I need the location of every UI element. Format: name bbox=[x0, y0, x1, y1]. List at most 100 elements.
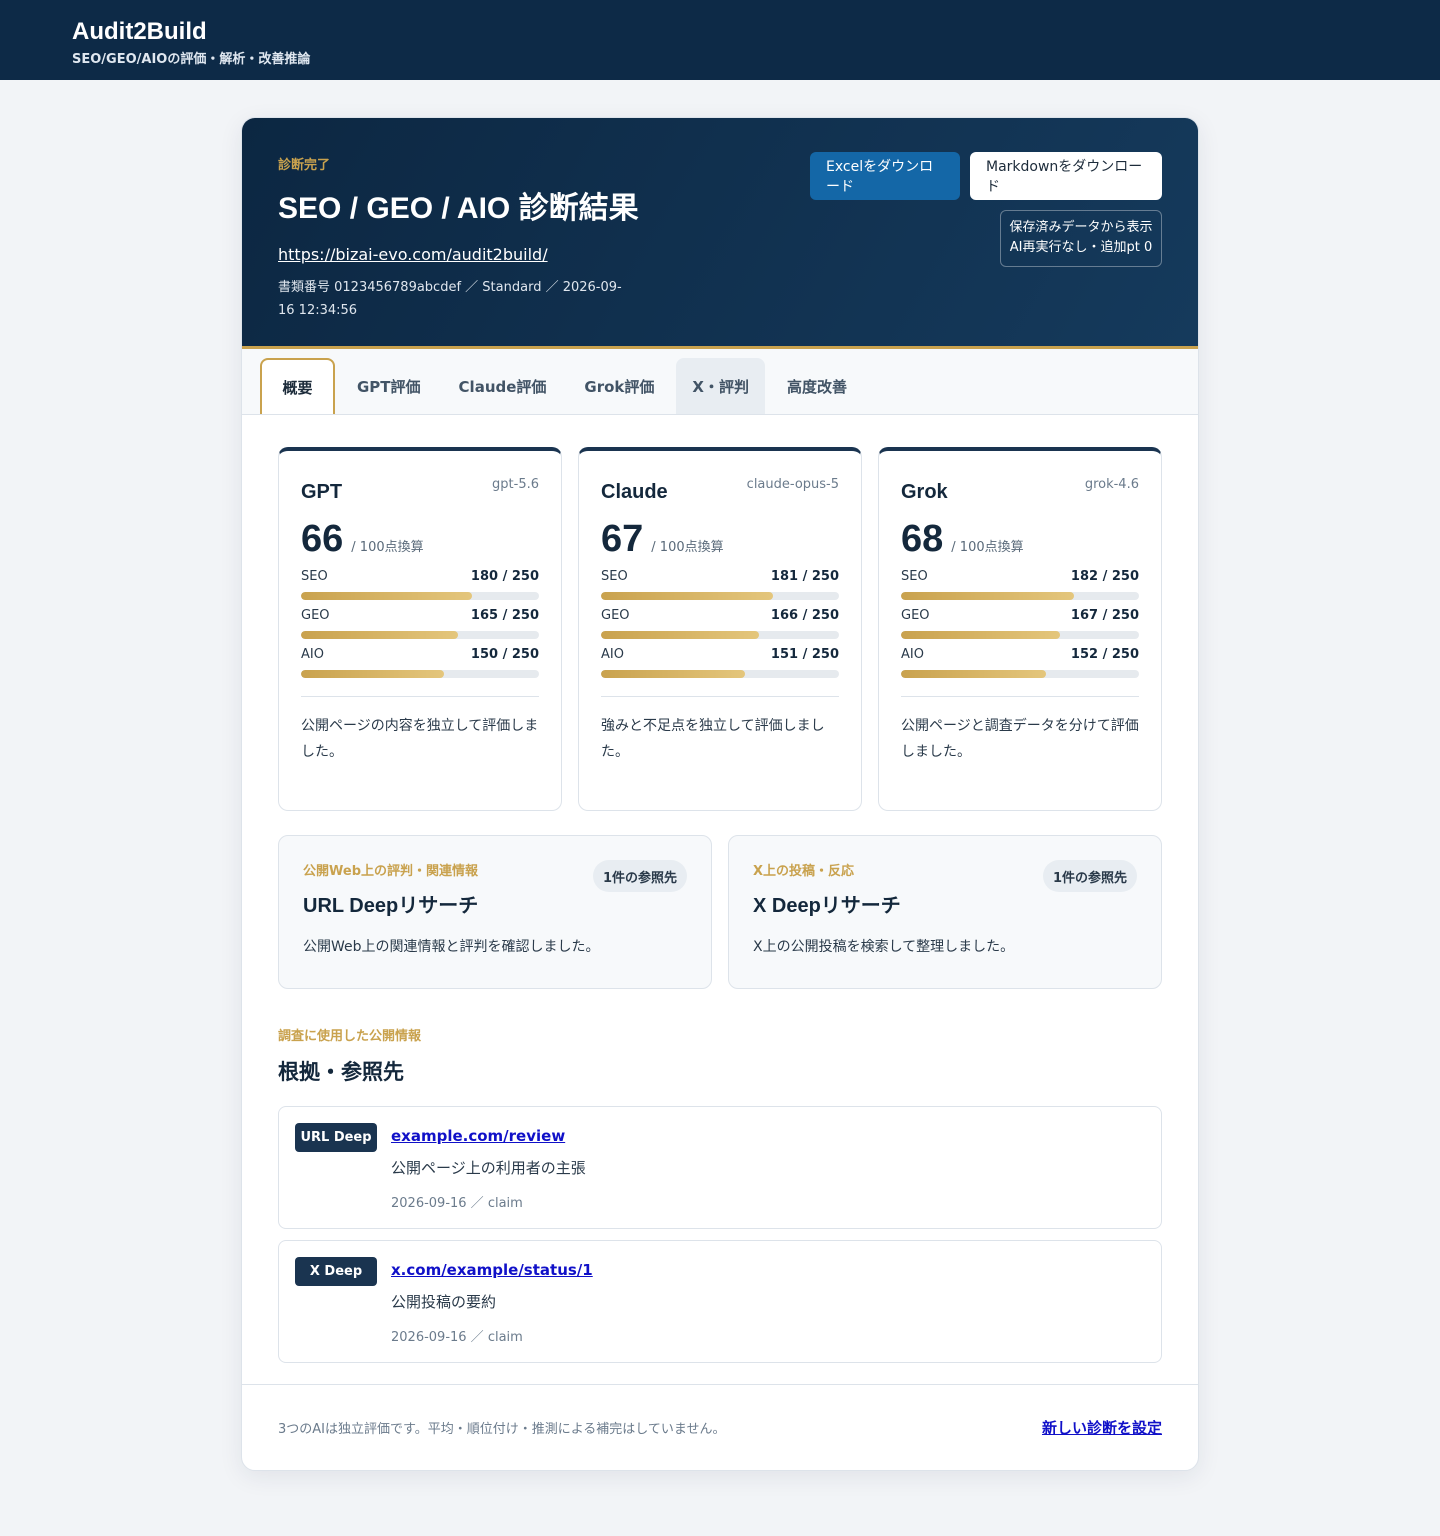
metric-value: 150 / 250 bbox=[470, 647, 539, 662]
evidence-item: URL Deep example.com/review 公開ページ上の利用者の主… bbox=[278, 1106, 1162, 1229]
metric-value: 151 / 250 bbox=[770, 647, 839, 662]
progress-fill bbox=[301, 592, 473, 600]
divider bbox=[301, 696, 539, 697]
metric-seo: SEO 181 / 250 bbox=[601, 569, 839, 600]
research-card-url: 公開Web上の評判・関連情報 URL Deepリサーチ 公開Web上の関連情報と… bbox=[278, 835, 712, 989]
tab-claude[interactable]: Claude評価 bbox=[443, 358, 563, 414]
progress-bar bbox=[901, 592, 1139, 600]
result-hero: 診断完了 SEO / GEO / AIO 診断結果 https://bizai-… bbox=[242, 118, 1198, 349]
metric-label: AIO bbox=[301, 647, 324, 662]
research-text: 公開Web上の関連情報と評判を確認しました。 bbox=[303, 939, 600, 955]
reference-count-badge: 1件の参照先 bbox=[592, 860, 687, 892]
metric-label: AIO bbox=[901, 647, 924, 662]
evidence-eyebrow: 調査に使用した公開情報 bbox=[278, 1029, 422, 1044]
evaluation-note: 公開ページと調査データを分けて評価しました。 bbox=[901, 718, 1139, 760]
score-card-grok: Grok grok-4.6 68 / 100点換算 SEO 182 / 250 G… bbox=[878, 447, 1162, 811]
research-title: X Deepリサーチ bbox=[753, 895, 901, 917]
evidence-link[interactable]: example.com/review bbox=[391, 1127, 565, 1145]
tab-x-reputation[interactable]: X・評判 bbox=[676, 358, 765, 414]
research-cards: 公開Web上の評判・関連情報 URL Deepリサーチ 公開Web上の関連情報と… bbox=[278, 835, 1162, 989]
source-tag: X Deep bbox=[295, 1257, 377, 1286]
progress-bar bbox=[901, 670, 1139, 678]
progress-bar bbox=[901, 631, 1139, 639]
progress-bar bbox=[601, 592, 839, 600]
evidence-meta: 2026-09-16 ／ claim bbox=[391, 1330, 523, 1345]
metric-value: 180 / 250 bbox=[470, 569, 539, 584]
evidence-list: URL Deep example.com/review 公開ページ上の利用者の主… bbox=[278, 1106, 1162, 1363]
app-title[interactable]: Audit2Build bbox=[72, 18, 1368, 46]
tab-overview[interactable]: 概要 bbox=[260, 358, 335, 414]
metric-label: SEO bbox=[601, 569, 628, 584]
metric-aio: AIO 150 / 250 bbox=[301, 647, 539, 678]
score-card-gpt: GPT gpt-5.6 66 / 100点換算 SEO 180 / 250 GEO… bbox=[278, 447, 562, 811]
metric-value: 181 / 250 bbox=[770, 569, 839, 584]
progress-fill bbox=[601, 592, 774, 600]
metric-value: 152 / 250 bbox=[1070, 647, 1139, 662]
total-score: 67 bbox=[601, 518, 644, 560]
saved-line-1: 保存済みデータから表示 bbox=[1009, 220, 1153, 235]
evidence-item: X Deep x.com/example/status/1 公開投稿の要約 20… bbox=[278, 1240, 1162, 1363]
total-score-unit: / 100点換算 bbox=[651, 540, 724, 555]
metric-seo: SEO 182 / 250 bbox=[901, 569, 1139, 600]
top-bar: Audit2Build SEO/GEO/AIOの評価・解析・改善推論 bbox=[0, 0, 1440, 80]
total-score-unit: / 100点換算 bbox=[351, 540, 424, 555]
evidence-meta: 2026-09-16 ／ claim bbox=[391, 1196, 523, 1211]
research-text: X上の公開投稿を検索して整理しました。 bbox=[753, 939, 1015, 955]
metric-label: SEO bbox=[301, 569, 328, 584]
model-name: claude-opus-5 bbox=[746, 477, 839, 492]
ai-name: GPT bbox=[301, 481, 343, 503]
evidence-title: 根拠・参照先 bbox=[278, 1061, 404, 1084]
target-url-link[interactable]: https://bizai-evo.com/audit2build/ bbox=[278, 245, 548, 264]
metric-geo: GEO 167 / 250 bbox=[901, 608, 1139, 639]
source-tag: URL Deep bbox=[295, 1123, 377, 1152]
metric-seo: SEO 180 / 250 bbox=[301, 569, 539, 600]
progress-bar bbox=[301, 670, 539, 678]
progress-fill bbox=[601, 631, 760, 639]
progress-bar bbox=[601, 631, 839, 639]
download-excel-button[interactable]: Excelをダウンロード bbox=[810, 152, 960, 200]
metric-value: 167 / 250 bbox=[1070, 608, 1139, 623]
reference-count-badge: 1件の参照先 bbox=[1042, 860, 1137, 892]
download-markdown-button[interactable]: Markdownをダウンロード bbox=[970, 152, 1162, 200]
metric-label: GEO bbox=[901, 608, 930, 623]
metric-label: GEO bbox=[301, 608, 330, 623]
saved-data-badge: 保存済みデータから表示 AI再実行なし・追加pt 0 bbox=[1000, 210, 1162, 267]
hero-actions: Excelをダウンロード Markdownをダウンロード 保存済みデータから表示… bbox=[810, 152, 1162, 267]
footer-note: 3つのAIは独立評価です。平均・順位付け・推測による補完はしていません。 bbox=[278, 1422, 726, 1437]
metric-aio: AIO 152 / 250 bbox=[901, 647, 1139, 678]
evidence-summary: 公開ページ上の利用者の主張 bbox=[391, 1159, 586, 1177]
progress-fill bbox=[301, 631, 459, 639]
card-footer: 3つのAIは独立評価です。平均・順位付け・推測による補完はしていません。 新しい… bbox=[242, 1384, 1198, 1470]
overview-content: GPT gpt-5.6 66 / 100点換算 SEO 180 / 250 GEO… bbox=[242, 415, 1198, 1363]
result-tabs: 概要 GPT評価 Claude評価 Grok評価 X・評判 高度改善 bbox=[242, 349, 1198, 415]
total-score-unit: / 100点換算 bbox=[951, 540, 1024, 555]
total-score: 66 bbox=[301, 518, 344, 560]
progress-bar bbox=[601, 670, 839, 678]
metric-geo: GEO 165 / 250 bbox=[301, 608, 539, 639]
metric-label: AIO bbox=[601, 647, 624, 662]
tab-gpt[interactable]: GPT評価 bbox=[341, 358, 437, 414]
progress-bar bbox=[301, 631, 539, 639]
saved-line-2: AI再実行なし・追加pt 0 bbox=[1009, 240, 1153, 255]
tab-grok[interactable]: Grok評価 bbox=[568, 358, 670, 414]
divider bbox=[901, 696, 1139, 697]
metric-geo: GEO 166 / 250 bbox=[601, 608, 839, 639]
tab-advanced[interactable]: 高度改善 bbox=[771, 358, 863, 414]
evaluation-note: 公開ページの内容を独立して評価しました。 bbox=[301, 718, 539, 760]
research-title: URL Deepリサーチ bbox=[303, 895, 479, 917]
evidence-summary: 公開投稿の要約 bbox=[391, 1293, 497, 1311]
score-card-claude: Claude claude-opus-5 67 / 100点換算 SEO 181 … bbox=[578, 447, 862, 811]
research-card-x: X上の投稿・反応 X Deepリサーチ X上の公開投稿を検索して整理しました。 … bbox=[728, 835, 1162, 989]
progress-fill bbox=[901, 670, 1046, 678]
progress-fill bbox=[901, 631, 1060, 639]
ai-name: Grok bbox=[901, 481, 948, 503]
progress-fill bbox=[301, 670, 444, 678]
progress-fill bbox=[901, 592, 1075, 600]
total-score: 68 bbox=[901, 518, 944, 560]
new-diagnosis-link[interactable]: 新しい診断を設定 bbox=[1042, 1417, 1162, 1438]
progress-fill bbox=[601, 670, 745, 678]
metric-value: 165 / 250 bbox=[470, 608, 539, 623]
app-subtitle: SEO/GEO/AIOの評価・解析・改善推論 bbox=[72, 52, 311, 67]
evidence-link[interactable]: x.com/example/status/1 bbox=[391, 1261, 593, 1279]
metric-label: SEO bbox=[901, 569, 928, 584]
